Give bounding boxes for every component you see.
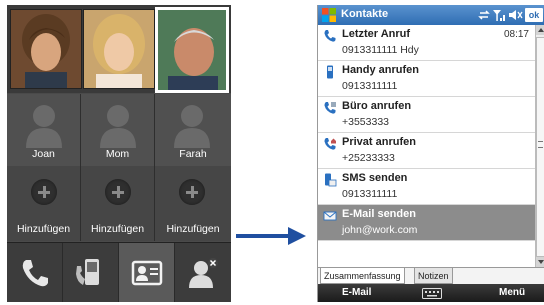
add-favorite-button[interactable]: Hinzufügen: [7, 166, 81, 241]
favorite-slot-mom[interactable]: Mom: [81, 94, 155, 166]
list-item-mobile[interactable]: Handy anrufen 0913311111: [318, 61, 535, 97]
entry-label: SMS senden: [342, 172, 408, 184]
windows-start-icon[interactable]: [321, 7, 337, 23]
person-photo-icon: [11, 10, 81, 88]
favorite-photo-farah[interactable]: [155, 7, 229, 93]
person-silhouette-icon: [100, 105, 136, 148]
contact-options-button[interactable]: [175, 243, 231, 302]
contact-actions-list: Letzter Anruf 08:17 0913311111 Hdy Handy…: [318, 25, 535, 267]
scroll-thumb[interactable]: [536, 37, 544, 257]
title-bar: Kontakte ok: [318, 5, 544, 25]
status-icons[interactable]: [478, 7, 526, 23]
softkey-left[interactable]: E-Mail: [342, 287, 371, 298]
sms-icon: [325, 173, 337, 187]
phone-icon: [22, 260, 48, 287]
email-icon: [323, 211, 337, 221]
person-silhouette-icon: [174, 105, 210, 148]
tab-strip: Zusammenfassung Notizen: [318, 267, 544, 285]
favorite-names-row: Joan Mom Farah: [7, 94, 231, 166]
entry-label: Letzter Anruf: [342, 28, 411, 40]
favorite-name: Joan: [32, 148, 55, 160]
bottom-action-bar: [7, 242, 231, 302]
add-label: Hinzufügen: [166, 223, 220, 235]
contact-close-icon: [189, 258, 218, 288]
add-favorite-row: Hinzufügen Hinzufügen Hinzufügen: [7, 166, 231, 241]
right-arrow-icon: [236, 227, 306, 245]
list-item-sms[interactable]: SMS senden 0913311111: [318, 169, 535, 205]
speaker-icon: [509, 10, 523, 20]
scroll-grip-icon: [538, 141, 543, 148]
person-photo-icon: [158, 10, 226, 90]
window-title: Kontakte: [341, 8, 389, 20]
add-label: Hinzufügen: [16, 223, 71, 235]
entry-value: 0913311111: [342, 80, 398, 92]
phone-contact-button[interactable]: [63, 243, 119, 302]
keyboard-icon[interactable]: [422, 288, 442, 299]
entry-value: +3553333: [342, 116, 390, 128]
entry-label: E-Mail senden: [342, 208, 416, 220]
add-label: Hinzufügen: [90, 223, 145, 235]
favorites-phone-screen: Joan Mom Farah Hinzufügen Hinzufügen Hin…: [7, 5, 231, 302]
favorite-photo-joan[interactable]: [10, 9, 82, 89]
softkey-bar: E-Mail Menü: [318, 284, 544, 302]
entry-time: 08:17: [503, 29, 529, 40]
scroll-down-arrow[interactable]: [536, 257, 544, 267]
entry-label: Privat anrufen: [342, 136, 416, 148]
home-phone-icon: [324, 138, 336, 150]
list-item-home[interactable]: Privat anrufen +25233333: [318, 133, 535, 169]
phone-contact-icon: [75, 259, 99, 285]
favorite-photos-row: [7, 5, 231, 93]
favorite-photo-mom[interactable]: [83, 9, 155, 89]
favorite-slot-joan[interactable]: Joan: [7, 94, 81, 166]
plus-icon: [105, 179, 131, 205]
add-favorite-button[interactable]: Hinzufügen: [155, 166, 231, 241]
contact-card-button[interactable]: [119, 243, 175, 302]
call-button[interactable]: [7, 243, 63, 302]
signal-icon: [493, 10, 505, 21]
list-item-office[interactable]: Büro anrufen +3553333: [318, 97, 535, 133]
favorite-name: Mom: [105, 148, 130, 160]
vertical-scrollbar[interactable]: [535, 25, 544, 267]
list-item-email[interactable]: E-Mail senden john@work.com: [318, 205, 535, 241]
tab-summary[interactable]: Zusammenfassung: [320, 268, 405, 284]
contact-card-icon: [131, 260, 162, 286]
tab-notes[interactable]: Notizen: [414, 268, 453, 284]
entry-value: 0913311111: [342, 188, 398, 200]
entry-label: Handy anrufen: [342, 64, 420, 76]
contact-detail-screen: Kontakte ok Letzter Anruf 08:17 09133111…: [317, 5, 544, 302]
connectivity-icon: [478, 10, 490, 20]
plus-icon: [179, 179, 205, 205]
ok-button[interactable]: ok: [525, 8, 543, 22]
entry-value: +25233333: [342, 152, 395, 164]
person-photo-icon: [84, 10, 154, 88]
office-phone-icon: [324, 102, 336, 114]
favorite-slot-farah[interactable]: Farah: [155, 94, 231, 166]
favorite-name: Farah: [179, 148, 207, 160]
entry-value: 0913311111 Hdy: [342, 44, 419, 56]
entry-label: Büro anrufen: [342, 100, 412, 112]
entry-value: john@work.com: [342, 224, 418, 236]
list-item-last-call[interactable]: Letzter Anruf 08:17 0913311111 Hdy: [318, 25, 535, 61]
add-favorite-button[interactable]: Hinzufügen: [81, 166, 155, 241]
mobile-phone-icon: [327, 65, 333, 79]
person-silhouette-icon: [26, 105, 62, 148]
scroll-up-arrow[interactable]: [536, 25, 544, 35]
softkey-right[interactable]: Menü: [499, 287, 525, 298]
phone-call-icon: [324, 30, 336, 42]
plus-icon: [31, 179, 57, 205]
